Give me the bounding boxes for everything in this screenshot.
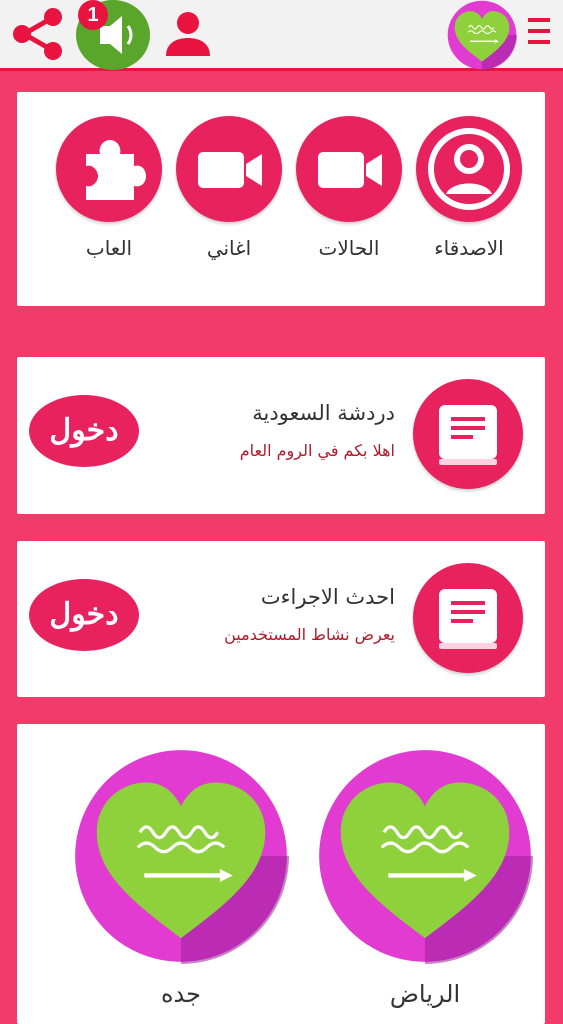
video-camera-icon xyxy=(198,152,262,188)
chat-room-icon-circle xyxy=(413,379,523,489)
room-jeddah[interactable]: جده xyxy=(73,748,289,1008)
feature-friends[interactable]: الاصدقاء xyxy=(415,116,523,266)
feature-label: العاب xyxy=(85,236,133,260)
message-icon xyxy=(439,405,497,465)
video-camera-icon xyxy=(318,152,382,188)
feature-statuses[interactable]: الحالات xyxy=(295,116,403,266)
share-icon xyxy=(13,8,62,60)
activity-icon-circle xyxy=(413,563,523,673)
saudi-heart-icon xyxy=(317,748,533,964)
feature-songs[interactable]: اغاني xyxy=(175,116,283,266)
chat-room-card[interactable]: دردشة السعودية اهلا بكم في الروم العام د… xyxy=(17,357,545,514)
person-icon xyxy=(428,128,510,210)
features-card: الاصدقاء الحالات اغاني العاب xyxy=(17,92,545,306)
feature-label: الاصدقاء xyxy=(434,236,504,260)
room-label: جده xyxy=(160,980,201,1008)
room-riyadh[interactable]: الرياض xyxy=(317,748,533,1008)
user-icon xyxy=(166,12,210,56)
chat-room-subtitle: اهلا بكم في الروم العام xyxy=(239,441,395,460)
feature-label: الحالات xyxy=(318,236,380,260)
activity-card[interactable]: احدث الاجراءت يعرض نشاط المستخدمين دخول xyxy=(17,541,545,697)
saudi-heart-icon xyxy=(73,748,289,964)
saudi-heart-logo-icon xyxy=(444,0,520,70)
chat-room-title: دردشة السعودية xyxy=(252,401,395,425)
top-bar: 1 xyxy=(0,0,563,71)
profile-button[interactable] xyxy=(160,6,216,62)
notification-badge: 1 xyxy=(78,0,108,30)
sound-button[interactable]: 1 xyxy=(76,0,150,70)
room-label: الرياض xyxy=(389,980,461,1008)
menu-icon xyxy=(528,18,554,44)
enter-activity-button[interactable]: دخول xyxy=(29,579,139,651)
feature-games[interactable]: العاب xyxy=(55,116,163,266)
rooms-card: الرياض جده xyxy=(17,724,545,1024)
share-button[interactable] xyxy=(10,6,66,62)
enter-chat-button[interactable]: دخول xyxy=(29,395,139,467)
activity-subtitle: يعرض نشاط المستخدمين xyxy=(224,625,395,644)
activity-title: احدث الاجراءت xyxy=(260,585,395,609)
feature-label: اغاني xyxy=(206,236,252,260)
puzzle-icon xyxy=(86,140,146,200)
menu-button[interactable] xyxy=(528,18,554,50)
app-logo[interactable] xyxy=(444,0,520,70)
message-icon xyxy=(439,589,497,649)
